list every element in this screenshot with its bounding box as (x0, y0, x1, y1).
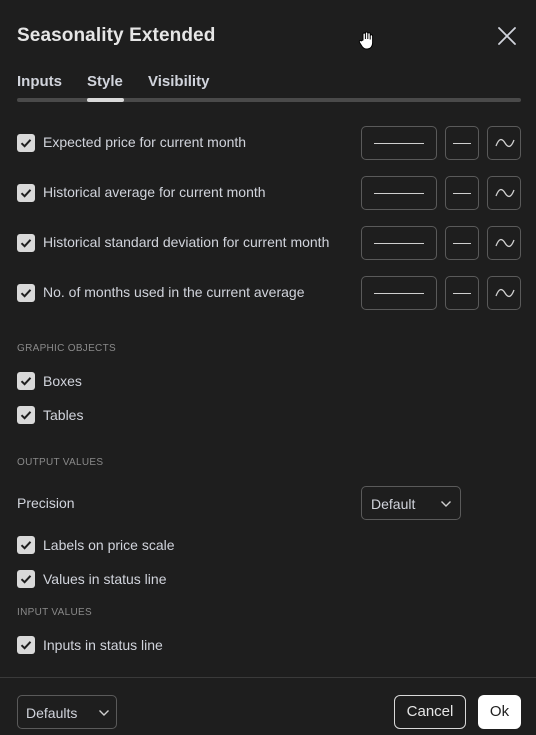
dialog-title: Seasonality Extended (17, 25, 216, 46)
precision-label: Precision (17, 495, 75, 511)
line-style-icon (495, 238, 515, 248)
plot-row-expected-price: Expected price for current month (17, 126, 521, 160)
plot-style-button[interactable] (487, 176, 521, 210)
plot-label: No. of months used in the current averag… (43, 284, 305, 300)
defaults-label: Defaults (26, 705, 78, 721)
line-style-icon (495, 188, 515, 198)
line-width-button[interactable] (445, 276, 479, 310)
tab-inputs[interactable]: Inputs (17, 73, 62, 90)
precision-select[interactable]: Default (361, 486, 461, 520)
plot-style-button[interactable] (487, 276, 521, 310)
option-row-values-status-line: Values in status line (17, 569, 317, 589)
line-width-button[interactable] (445, 126, 479, 160)
plot-label: Expected price for current month (43, 134, 247, 150)
option-label: Values in status line (43, 571, 167, 587)
option-row-tables: Tables (17, 405, 317, 425)
color-line-button[interactable] (361, 126, 437, 160)
chevron-down-icon (99, 710, 109, 716)
section-input-values: INPUT VALUES (17, 607, 92, 618)
precision-value: Default (371, 496, 416, 512)
tab-visibility[interactable]: Visibility (148, 73, 209, 90)
option-row-inputs-status-line: Inputs in status line (17, 635, 317, 655)
defaults-dropdown[interactable]: Defaults (17, 695, 117, 729)
plot-style-button[interactable] (487, 226, 521, 260)
color-line-button[interactable] (361, 276, 437, 310)
line-style-icon (495, 138, 515, 148)
ok-button[interactable]: Ok (478, 695, 521, 729)
section-output-values: OUTPUT VALUES (17, 457, 104, 468)
active-tab-indicator (87, 98, 124, 102)
plot-checkbox[interactable] (17, 234, 35, 252)
checkmark-icon (20, 289, 32, 298)
line-width-button[interactable] (445, 226, 479, 260)
color-line-button[interactable] (361, 176, 437, 210)
checkmark-icon (20, 411, 32, 420)
line-style-icon (495, 288, 515, 298)
labels-on-price-scale-checkbox[interactable] (17, 536, 35, 554)
option-label: Labels on price scale (43, 537, 175, 553)
cancel-button[interactable]: Cancel (394, 695, 466, 729)
color-line-button[interactable] (361, 226, 437, 260)
footer-divider (0, 677, 536, 678)
option-row-labels-price-scale: Labels on price scale (17, 535, 317, 555)
plot-row-historical-std-dev: Historical standard deviation for curren… (17, 226, 521, 260)
checkmark-icon (20, 239, 32, 248)
checkmark-icon (20, 377, 32, 386)
plot-row-months-used: No. of months used in the current averag… (17, 276, 521, 310)
plot-checkbox[interactable] (17, 184, 35, 202)
plot-style-button[interactable] (487, 126, 521, 160)
option-label: Boxes (43, 373, 82, 389)
plot-label: Historical average for current month (43, 184, 266, 200)
tables-checkbox[interactable] (17, 406, 35, 424)
boxes-checkbox[interactable] (17, 372, 35, 390)
section-graphic-objects: GRAPHIC OBJECTS (17, 343, 116, 354)
checkmark-icon (20, 641, 32, 650)
checkmark-icon (20, 541, 32, 550)
checkmark-icon (20, 139, 32, 148)
checkmark-icon (20, 189, 32, 198)
values-in-status-line-checkbox[interactable] (17, 570, 35, 588)
plot-checkbox[interactable] (17, 134, 35, 152)
indicator-settings-dialog: Seasonality Extended Inputs Style Visibi… (0, 0, 536, 735)
plot-label: Historical standard deviation for curren… (43, 234, 330, 250)
close-icon[interactable] (496, 25, 518, 47)
chevron-down-icon (441, 501, 451, 507)
line-width-button[interactable] (445, 176, 479, 210)
option-label: Tables (43, 407, 84, 423)
hand-cursor-icon (358, 31, 374, 50)
plot-checkbox[interactable] (17, 284, 35, 302)
option-row-boxes: Boxes (17, 371, 317, 391)
plot-row-historical-average: Historical average for current month (17, 176, 521, 210)
checkmark-icon (20, 575, 32, 584)
inputs-in-status-line-checkbox[interactable] (17, 636, 35, 654)
tab-style[interactable]: Style (87, 73, 123, 90)
option-label: Inputs in status line (43, 637, 163, 653)
